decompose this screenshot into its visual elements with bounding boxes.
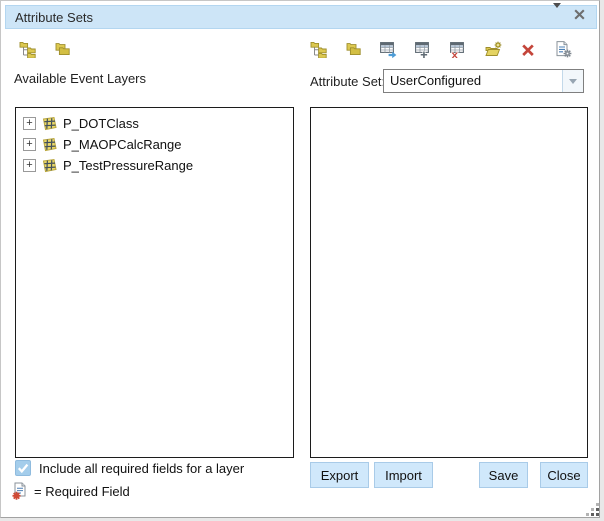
available-event-layers-heading: Available Event Layers [14, 71, 146, 86]
close-button[interactable]: Close [540, 462, 588, 488]
layer-tree-icon [310, 41, 327, 58]
required-field-note: = Required Field [34, 484, 130, 499]
new-folder-button[interactable] [485, 41, 502, 58]
open-folders-icon [54, 41, 71, 58]
table-export-icon [380, 41, 397, 58]
required-field-legend: = Required Field [12, 482, 130, 501]
close-x-icon [573, 8, 586, 21]
expand-layer-tree-button[interactable] [19, 41, 36, 58]
collapse-attribute-folders-button[interactable] [345, 41, 362, 58]
table-add-icon [415, 41, 432, 58]
include-required-fields-row: Include all required fields for a layer [15, 460, 244, 476]
tree-item-p-maopcalcrange[interactable]: + P_MAOPCalcRange [16, 134, 293, 155]
attribute-sets-window: Attribute Sets [0, 0, 604, 521]
event-layer-icon [41, 137, 58, 152]
add-attribute-set-button[interactable] [415, 41, 432, 58]
dropdown-arrow-button[interactable] [562, 70, 583, 92]
remove-attribute-set-button[interactable] [450, 41, 467, 58]
tree-item-p-dotclass[interactable]: + P_DOTClass [16, 113, 293, 134]
titlebar-close-button[interactable] [573, 8, 586, 26]
export-table-button[interactable] [380, 41, 397, 58]
export-button[interactable]: Export [310, 462, 369, 488]
available-event-layers-list[interactable]: + P_DOTClass + P_MAOPCalcRange + [15, 107, 294, 458]
tree-item-p-testpressurerange[interactable]: + P_TestPressureRange [16, 155, 293, 176]
tree-item-label: P_DOTClass [63, 116, 139, 131]
layer-tree-icon [19, 41, 36, 58]
toolbar-right [310, 41, 572, 58]
attribute-sets-dialog: Attribute Sets [0, 0, 600, 518]
import-button[interactable]: Import [374, 462, 433, 488]
event-layer-icon [41, 158, 58, 173]
window-title: Attribute Sets [6, 10, 553, 25]
include-required-fields-label: Include all required fields for a layer [39, 461, 244, 476]
expand-plus-icon[interactable]: + [23, 138, 36, 151]
toolbar-left [19, 41, 71, 58]
document-settings-icon [555, 41, 572, 58]
tree-item-label: P_MAOPCalcRange [63, 137, 182, 152]
attribute-set-label: Attribute Set: [310, 74, 385, 89]
delete-button[interactable] [520, 41, 537, 58]
titlebar-menu-button[interactable] [553, 8, 561, 26]
tree-item-label: P_TestPressureRange [63, 158, 193, 173]
chevron-down-icon [553, 3, 561, 25]
attribute-set-properties-button[interactable] [555, 41, 572, 58]
expand-plus-icon[interactable]: + [23, 159, 36, 172]
event-layer-icon [41, 116, 58, 131]
required-field-icon [12, 482, 28, 501]
expand-plus-icon[interactable]: + [23, 117, 36, 130]
include-required-fields-checkbox[interactable] [15, 460, 31, 476]
resize-grip[interactable] [596, 513, 599, 516]
attribute-set-dropdown[interactable]: UserConfigured [383, 69, 584, 93]
delete-x-icon [520, 41, 537, 58]
folder-gear-icon [485, 41, 502, 58]
checkmark-icon [16, 461, 30, 475]
attribute-set-value: UserConfigured [384, 70, 562, 92]
chevron-down-icon [569, 79, 577, 84]
titlebar[interactable]: Attribute Sets [5, 5, 597, 29]
table-remove-icon [450, 41, 467, 58]
expand-attribute-tree-button[interactable] [310, 41, 327, 58]
save-button[interactable]: Save [479, 462, 528, 488]
attribute-set-contents-list[interactable] [310, 107, 588, 458]
open-folders-icon [345, 41, 362, 58]
collapse-folders-button[interactable] [54, 41, 71, 58]
